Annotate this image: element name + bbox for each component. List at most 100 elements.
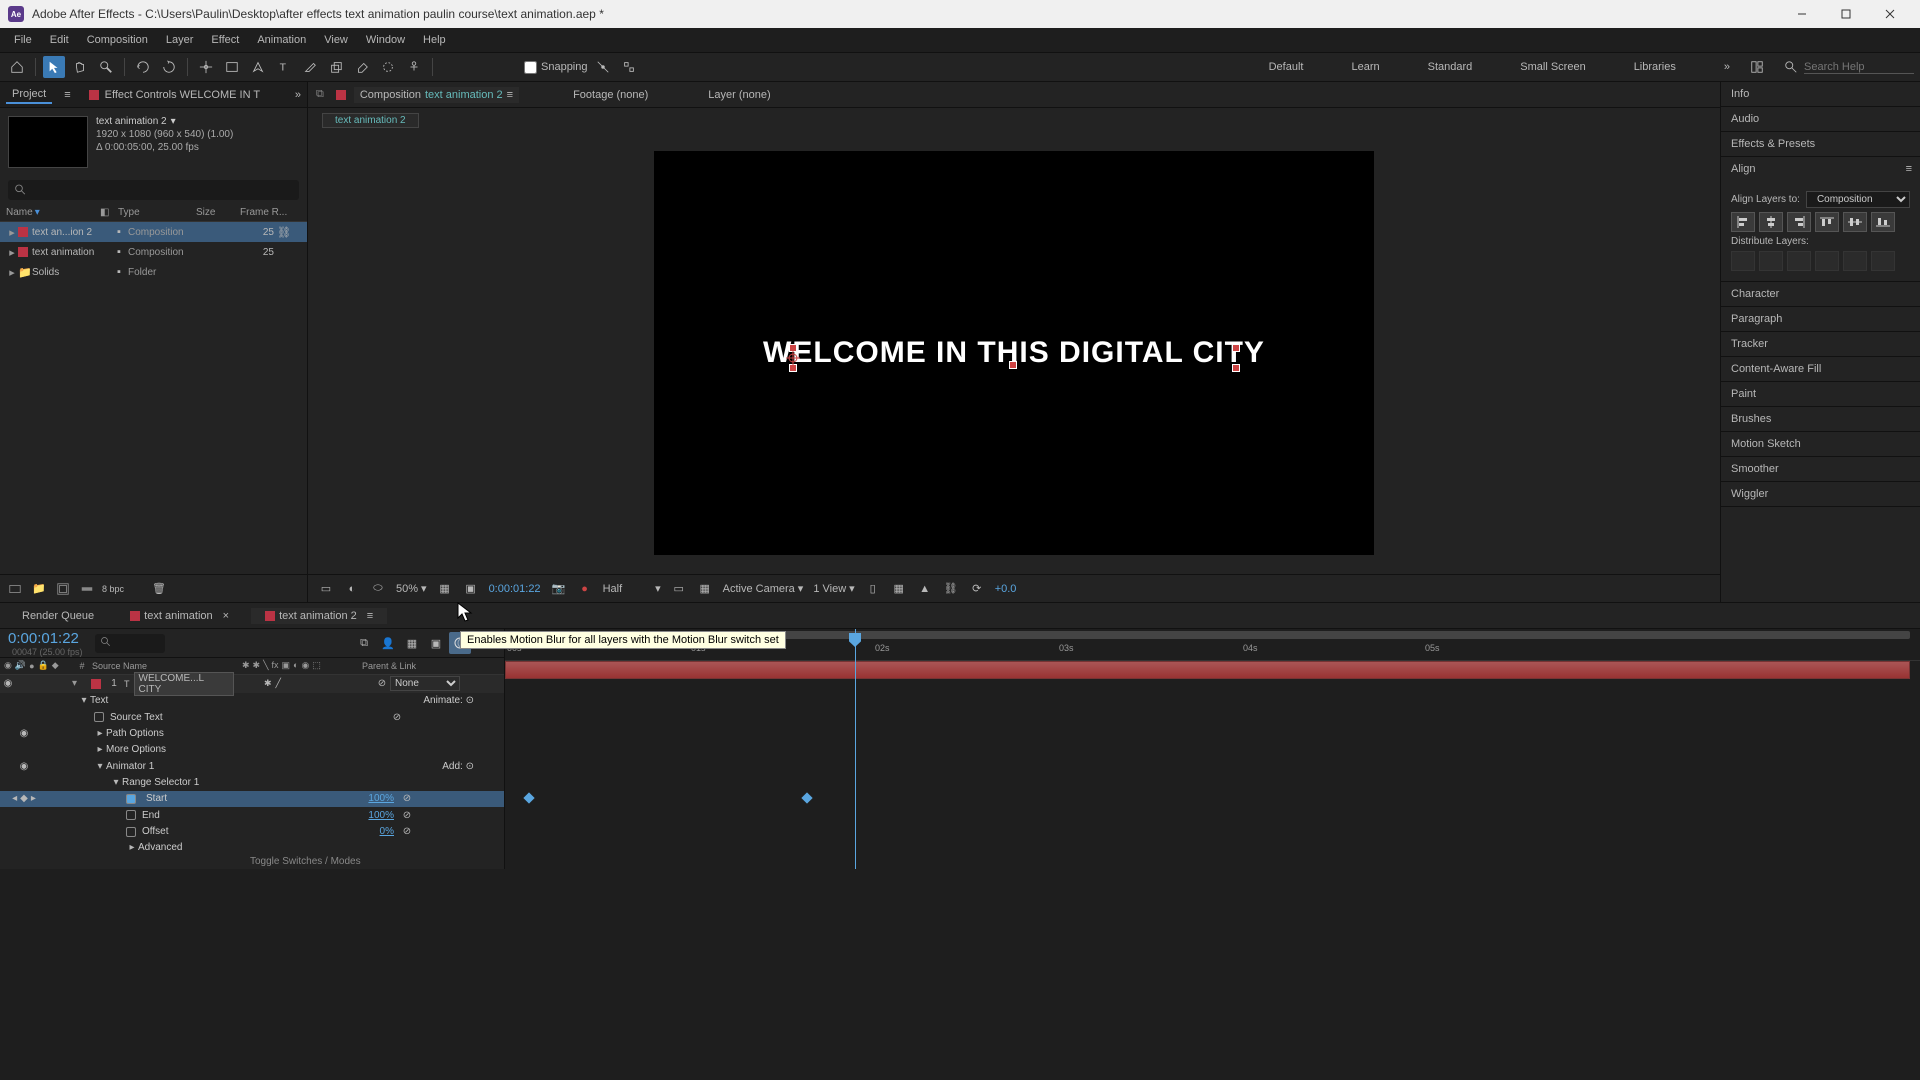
draft3d-icon[interactable]: ▣ (425, 632, 447, 654)
selection-handle[interactable] (789, 344, 797, 352)
search-help[interactable] (1784, 60, 1914, 74)
mask-icon[interactable]: ⬭ (370, 581, 386, 597)
comp-subtab[interactable]: text animation 2 (322, 113, 419, 128)
stopwatch-icon[interactable] (126, 794, 136, 804)
trash-icon[interactable]: 🗑 (150, 580, 168, 598)
workspace-settings-icon[interactable] (1746, 56, 1768, 78)
prev-key-icon[interactable]: ◂ (12, 793, 17, 804)
resolution-icon[interactable]: ▦ (437, 581, 453, 597)
menu-edit[interactable]: Edit (42, 32, 77, 48)
composition-canvas[interactable]: WELCOME IN THIS DIGITAL CITY (654, 151, 1374, 555)
align-top-button[interactable] (1815, 212, 1839, 232)
dropdown-icon[interactable]: ▾ (171, 116, 176, 127)
comp-mini-flow-icon[interactable]: ⧉ (353, 632, 375, 654)
menu-effect[interactable]: Effect (203, 32, 247, 48)
menu-window[interactable]: Window (358, 32, 413, 48)
roi-icon[interactable]: ▣ (463, 581, 479, 597)
zoom-dropdown[interactable]: 50%▾ (396, 582, 427, 595)
timeline-layer[interactable]: ◉ ▾ 1 TWELCOME...L CITY ✱╱ ⊘ None (0, 675, 504, 693)
camera-dropdown[interactable]: Active Camera▾ (723, 582, 804, 595)
panel-menu-icon[interactable]: ≡ (367, 610, 373, 622)
rect-tool[interactable] (221, 56, 243, 78)
eraser-tool[interactable] (351, 56, 373, 78)
expression-link-icon[interactable]: ⊘ (390, 712, 404, 723)
grid-icon[interactable]: ▦ (697, 581, 713, 597)
panel-paragraph[interactable]: Paragraph (1721, 307, 1920, 331)
col-framerate[interactable]: Frame R... (240, 207, 290, 218)
viewer-canvas-area[interactable]: WELCOME IN THIS DIGITAL CITY (308, 132, 1720, 574)
current-time[interactable]: 0:00:01:22 (8, 630, 83, 647)
roto-tool[interactable] (377, 56, 399, 78)
zoom-tool[interactable] (95, 56, 117, 78)
search-help-input[interactable] (1804, 61, 1914, 74)
transparency-icon[interactable]: ◐ (344, 581, 360, 597)
anchor-tool[interactable] (195, 56, 217, 78)
ws-standard[interactable]: Standard (1416, 57, 1485, 77)
selection-tool[interactable] (43, 56, 65, 78)
selection-handle[interactable] (789, 364, 797, 372)
align-hcenter-button[interactable] (1759, 212, 1783, 232)
pen-tool[interactable] (247, 56, 269, 78)
source-name-column[interactable]: Source Name (92, 661, 242, 671)
panel-align[interactable]: Align≡ (1721, 157, 1920, 181)
align-vcenter-button[interactable] (1843, 212, 1867, 232)
index-column[interactable]: # (72, 661, 92, 671)
puppet-tool[interactable] (403, 56, 425, 78)
tab-comp-1[interactable]: text animation× (116, 608, 243, 624)
panel-brushes[interactable]: Brushes (1721, 407, 1920, 431)
panel-character[interactable]: Character (1721, 282, 1920, 306)
home-tool[interactable] (6, 56, 28, 78)
selection-handle[interactable] (1232, 344, 1240, 352)
pixel-aspect-icon[interactable]: ▯ (865, 581, 881, 597)
visibility-icon[interactable]: ◉ (20, 728, 29, 739)
panel-menu-icon[interactable]: ≡ (507, 89, 513, 101)
panel-tracker[interactable]: Tracker (1721, 332, 1920, 356)
label-column-icon[interactable]: ◧ (100, 207, 109, 218)
tab-composition[interactable]: Composition text animation 2 ≡ (354, 87, 519, 103)
current-time[interactable]: 0:00:01:22 (489, 583, 541, 595)
overflow-icon[interactable]: » (295, 89, 301, 101)
renderer-icon[interactable]: ▲ (917, 581, 933, 597)
panel-effects-presets[interactable]: Effects & Presets (1721, 132, 1920, 156)
twirl-icon[interactable]: ▸ (6, 266, 18, 279)
panel-paint[interactable]: Paint (1721, 382, 1920, 406)
keyframe-column-icon[interactable]: ◆ (52, 660, 59, 671)
prop-advanced[interactable]: ▸ Advanced (0, 840, 504, 856)
tab-layer[interactable]: Layer (none) (702, 87, 776, 103)
panel-info[interactable]: Info (1721, 82, 1920, 106)
bpc-toggle[interactable] (78, 580, 96, 598)
prop-range-selector[interactable]: ▾ Range Selector 1 (0, 774, 504, 790)
snapping-toggle[interactable]: Snapping (524, 61, 588, 74)
bpc-label[interactable]: 8 bpc (102, 584, 124, 594)
prop-start[interactable]: ◂◆▸ Start 100% ⊘ (0, 791, 504, 807)
panel-wiggler[interactable]: Wiggler (1721, 482, 1920, 506)
comp-icon[interactable] (54, 580, 72, 598)
3d-icon[interactable]: ▦ (891, 581, 907, 597)
resolution-dropdown[interactable]: Half▾ (603, 582, 661, 595)
exposure-reset-icon[interactable]: ⟳ (969, 581, 985, 597)
prop-more-options[interactable]: ▸ More Options (0, 742, 504, 758)
timeline-graph[interactable]: 00s 01s 02s 03s 04s 05s Enables Motion B… (505, 629, 1920, 869)
prop-text[interactable]: ▾ Text Animate: ⊙ (0, 693, 504, 709)
switches-column[interactable]: ✱✱╲fx▣◐◉⬚ (242, 660, 362, 671)
next-key-icon[interactable]: ▸ (31, 793, 36, 804)
stopwatch-icon[interactable] (94, 712, 104, 722)
shy-toggle-icon[interactable]: 👤 (377, 632, 399, 654)
playhead[interactable] (855, 629, 856, 869)
panel-content-aware[interactable]: Content-Aware Fill (1721, 357, 1920, 381)
twirl-icon[interactable]: ▸ (6, 226, 18, 239)
ws-more-icon[interactable]: » (1712, 57, 1742, 77)
orbit-tool[interactable] (132, 56, 154, 78)
expression-link-icon[interactable]: ⊘ (400, 793, 414, 804)
brush-tool[interactable] (299, 56, 321, 78)
col-name[interactable]: Name (6, 207, 33, 218)
text-tool[interactable]: T (273, 56, 295, 78)
expression-link-icon[interactable]: ⊘ (400, 826, 414, 837)
fast-preview-icon[interactable]: ▭ (671, 581, 687, 597)
prop-source-text[interactable]: Source Text ⊘ (0, 709, 504, 725)
guides-icon[interactable]: ⛓ (943, 581, 959, 597)
col-size[interactable]: Size (196, 207, 240, 218)
always-preview-icon[interactable]: ▭ (318, 581, 334, 597)
project-item[interactable]: ▸ text an...ion 2 ▪ Composition 25 ⛓ (0, 222, 307, 242)
align-right-button[interactable] (1787, 212, 1811, 232)
